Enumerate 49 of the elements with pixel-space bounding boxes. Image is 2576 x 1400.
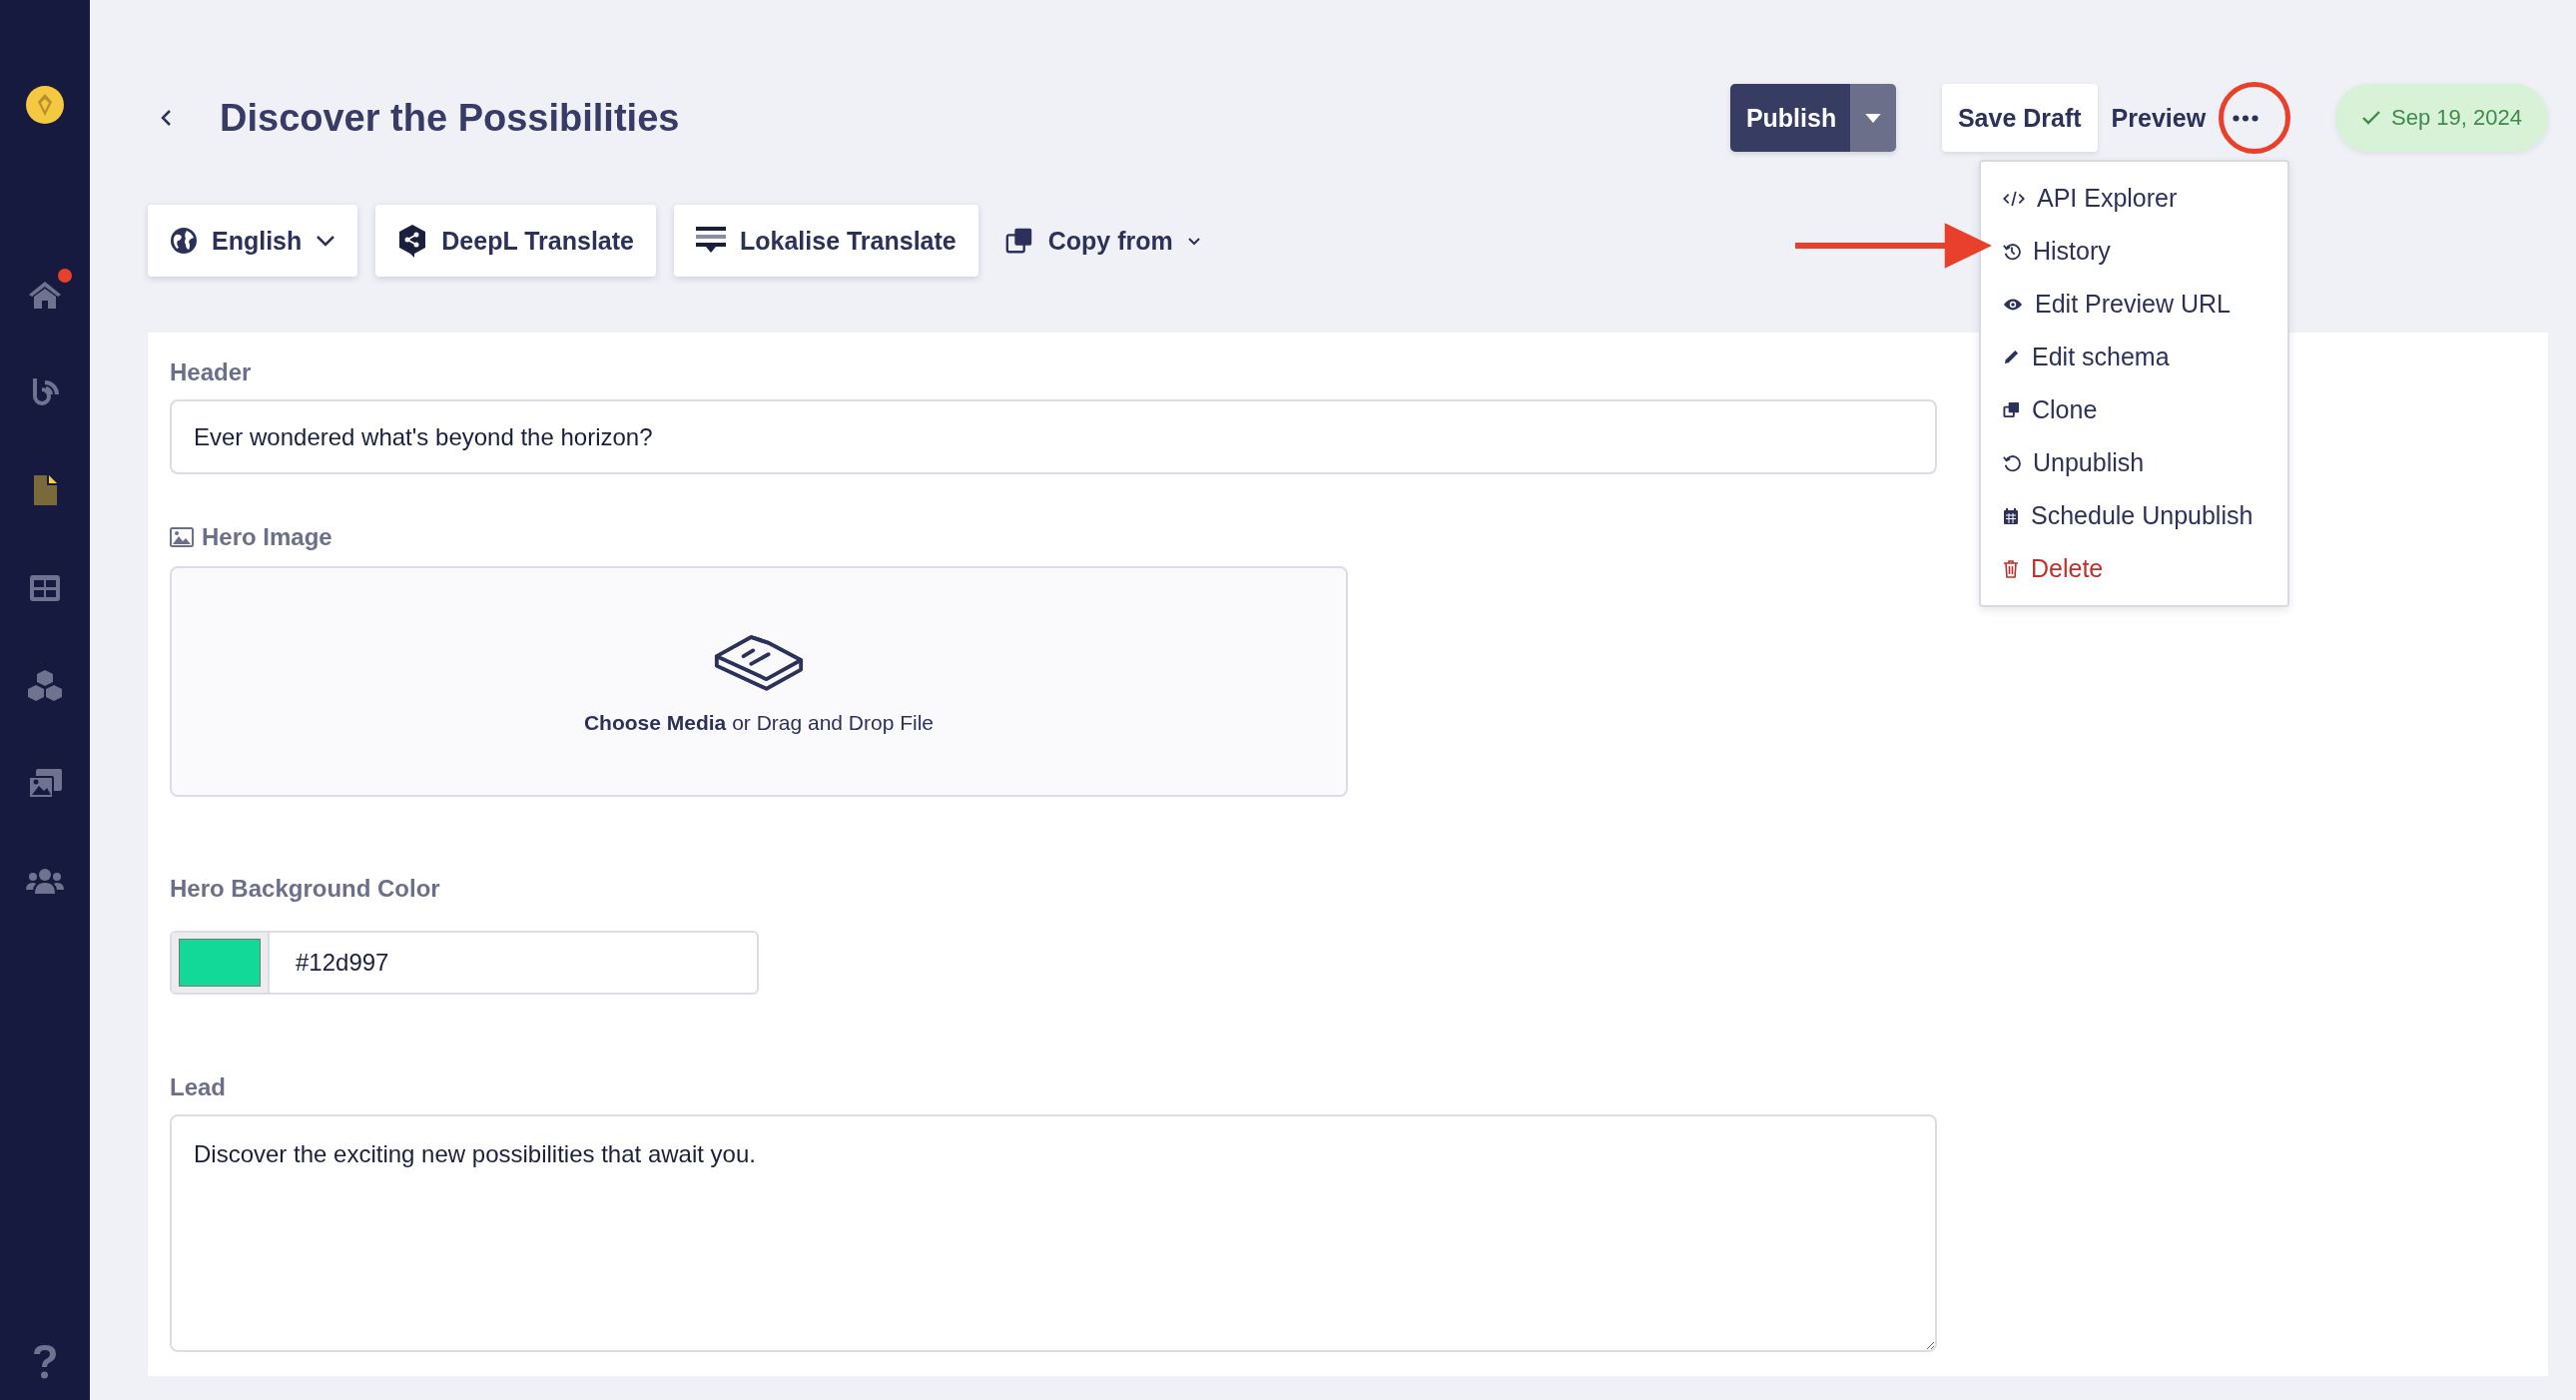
annotation-circle <box>2219 82 2290 154</box>
field-label: Hero Image <box>202 522 332 552</box>
globe-icon <box>170 227 198 255</box>
pencil-icon <box>2003 349 2020 365</box>
copy-icon <box>1003 226 1034 256</box>
field-label: Lead <box>170 1072 226 1102</box>
calendar-icon <box>2003 506 2019 525</box>
status-date: Sep 19, 2024 <box>2391 105 2522 131</box>
code-icon <box>2003 190 2025 207</box>
menu-item[interactable]: Edit schema <box>1981 331 2287 383</box>
menu-item[interactable]: History <box>1981 225 2287 278</box>
chevron-down-icon <box>316 235 336 247</box>
field-label: Header <box>170 357 252 387</box>
language-dropdown[interactable]: English <box>148 205 358 277</box>
field-label: Hero Background Color <box>170 874 440 904</box>
undo-icon <box>2003 453 2021 472</box>
history-icon <box>2003 242 2021 261</box>
publish-button[interactable]: Publish <box>1729 84 1850 152</box>
publish-options-button[interactable] <box>1849 84 1896 152</box>
image-icon <box>170 527 194 547</box>
notification-dot <box>58 269 72 283</box>
media-drop-zone[interactable]: Choose Media or Drag and Drop File <box>170 566 1348 797</box>
logo-icon[interactable] <box>25 85 65 125</box>
lokalise-translate-button[interactable]: Lokalise Translate <box>674 205 978 277</box>
header-input[interactable]: Ever wondered what's beyond the horizon? <box>170 399 1937 474</box>
lead-textarea[interactable]: Discover the exciting new possibilities that await you. <box>170 1114 1937 1352</box>
drop-zone-text: Choose Media or Drag and Drop File <box>583 710 935 735</box>
preview-button[interactable]: Preview <box>2105 103 2213 133</box>
menu-item[interactable]: Schedule Unpublish <box>1981 489 2287 542</box>
check-icon <box>2361 110 2382 126</box>
color-swatch[interactable] <box>179 939 261 987</box>
copy-icon <box>2003 401 2020 418</box>
menu-item[interactable]: Delete <box>1981 542 2287 595</box>
more-dots-icon <box>2233 114 2259 122</box>
trash-icon <box>2003 559 2019 578</box>
menu-item[interactable]: Unpublish <box>1981 436 2287 489</box>
copy-from-dropdown[interactable]: Copy from <box>995 205 1209 277</box>
deepl-translate-button[interactable]: DeepL Translate <box>375 205 656 277</box>
menu-item[interactable]: Edit Preview URL <box>1981 278 2287 331</box>
caret-down-icon <box>1863 112 1882 124</box>
back-chevron-icon[interactable] <box>160 108 174 128</box>
eye-icon <box>2003 297 2023 312</box>
save-draft-button[interactable]: Save Draft <box>1941 84 2098 152</box>
color-input[interactable]: #12d997 <box>170 931 759 995</box>
deepl-logo-icon <box>397 224 428 258</box>
chevron-down-icon <box>1186 236 1201 246</box>
menu-item[interactable]: Clone <box>1981 383 2287 436</box>
menu-item[interactable]: API Explorer <box>1981 172 2287 225</box>
page-title: Discover the Possibilities <box>220 96 680 140</box>
